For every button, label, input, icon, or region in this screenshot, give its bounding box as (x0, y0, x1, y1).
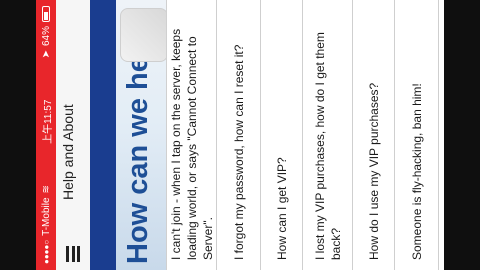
faq-item-label: I lost my VIP purchases, how do I get th… (312, 32, 343, 260)
faq-list: I can't join - when I tap on the server,… (167, 0, 444, 270)
menu-bar-2 (71, 246, 75, 262)
faq-item-lost-vip[interactable]: I lost my VIP purchases, how do I get th… (303, 0, 353, 270)
faq-item-label: I can't join - when I tap on the server,… (168, 28, 215, 260)
faq-item-use-vip[interactable]: How do I use my VIP purchases? (353, 0, 395, 270)
faq-item-get-vip[interactable]: How can I get VIP? (261, 0, 303, 270)
signal-strength-icon: ●●●●○ (41, 239, 51, 264)
menu-bar-1 (66, 246, 69, 262)
faq-item-cannot-join[interactable]: I can't join - when I tap on the server,… (167, 0, 217, 270)
faq-item-label: How do I use my VIP purchases? (366, 82, 381, 260)
menu-bar-3 (77, 246, 80, 262)
phone-screen: ●●●●○ T-Mobile ≋ 上午11:57 ➤ 64% Help and … (36, 0, 444, 270)
app-header: Help and About (56, 0, 91, 270)
battery-label: 64% (40, 26, 52, 47)
faq-item-label: How can I get VIP? (274, 157, 289, 260)
battery-icon (42, 6, 50, 22)
status-right: ➤ 64% (41, 6, 52, 58)
carrier-label: T-Mobile (40, 197, 52, 236)
app-thumbnail-icon (120, 8, 167, 62)
location-icon: ➤ (40, 50, 52, 59)
nav-strip (90, 0, 116, 270)
faq-item-label: I forgot my password, how can I reset it… (231, 44, 246, 260)
video-frame: ●●●●○ T-Mobile ≋ 上午11:57 ➤ 64% Help and … (0, 0, 480, 270)
page-title: Help and About (60, 104, 76, 200)
faq-item-fly-hacking[interactable]: Someone is fly-hacking, ban him! (395, 0, 439, 270)
status-left: ●●●●○ T-Mobile ≋ (41, 185, 52, 264)
status-bar: ●●●●○ T-Mobile ≋ 上午11:57 ➤ 64% (36, 0, 56, 270)
hamburger-menu-icon[interactable] (66, 246, 80, 262)
faq-item-reset-password[interactable]: I forgot my password, how can I reset it… (217, 0, 261, 270)
faq-item-label: Someone is fly-hacking, ban him! (409, 83, 424, 260)
help-hero: How can we help? (116, 0, 167, 270)
wifi-icon: ≋ (40, 185, 52, 194)
status-time: 上午11:57 (42, 99, 54, 144)
